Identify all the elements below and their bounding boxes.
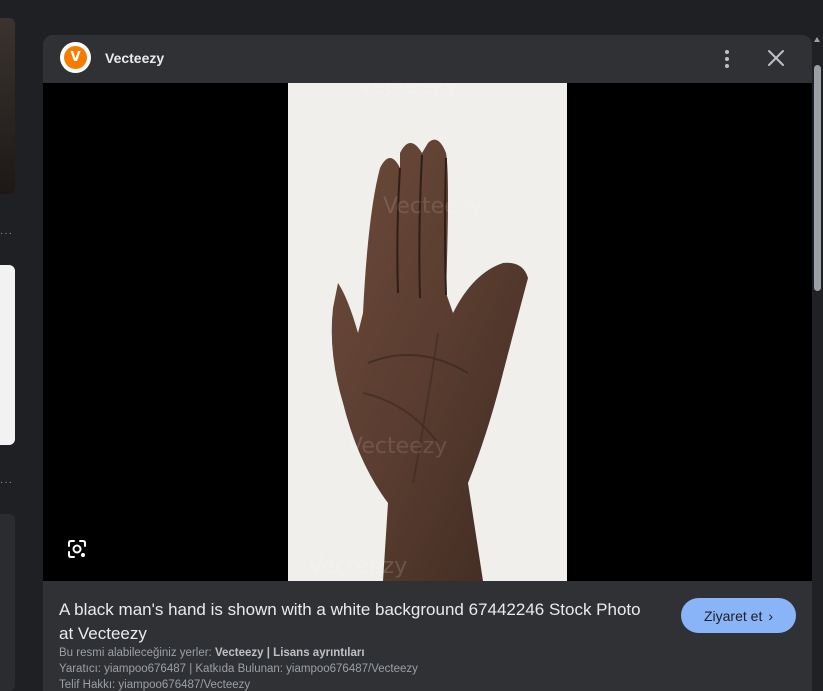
availability-line: Bu resmi alabileceğiniz yerler: Vecteezy… (59, 647, 365, 659)
creator-line: Yaratıcı: yiampoo676487 | Katkıda Buluna… (59, 663, 418, 675)
close-icon[interactable] (763, 45, 789, 71)
more-dots: ··· (0, 477, 13, 488)
image-info: A black man's hand is shown with a white… (43, 581, 812, 691)
hand-photo: Vecteezy Vecteezy Vecteezy Vecteezy (308, 83, 528, 581)
svg-text:Vecteezy: Vecteezy (348, 434, 447, 459)
source-site-name[interactable]: Vecteezy (105, 50, 164, 66)
visit-button[interactable]: Ziyaret et › (681, 598, 796, 633)
more-vert-icon (725, 50, 729, 54)
results-grid-strip: ··· ··· (0, 0, 24, 691)
scrollbar[interactable] (812, 35, 823, 691)
result-thumbnail[interactable] (0, 18, 15, 194)
more-dots: ··· (0, 228, 13, 239)
result-thumbnail[interactable] (0, 514, 15, 691)
image-viewer[interactable]: Vecteezy Vecteezy Vecteezy Vecteezy (43, 83, 812, 581)
scroll-thumb[interactable] (814, 65, 821, 291)
vecteezy-logo-icon: V (64, 46, 87, 69)
google-lens-icon[interactable] (65, 537, 89, 561)
image-preview-panel: V Vecteezy Vecteezy Vecteezy Vecteezy Ve… (43, 35, 812, 691)
copyright-line: Telif Hakkı: yiampoo676487/Vecteezy (59, 679, 251, 691)
chevron-right-icon: › (768, 607, 774, 624)
more-options-button[interactable] (715, 47, 739, 71)
preview-header: V Vecteezy (43, 35, 812, 83)
svg-text:Vecteezy: Vecteezy (308, 554, 407, 579)
scroll-up-icon[interactable] (814, 37, 820, 42)
result-thumbnail[interactable] (0, 265, 15, 445)
svg-text:Vecteezy: Vecteezy (358, 83, 457, 99)
preview-image[interactable]: Vecteezy Vecteezy Vecteezy Vecteezy (288, 83, 567, 581)
available-site-link[interactable]: Vecteezy (215, 647, 264, 659)
image-title[interactable]: A black man's hand is shown with a white… (59, 598, 659, 646)
site-logo[interactable]: V (60, 42, 91, 73)
svg-text:Vecteezy: Vecteezy (383, 194, 482, 219)
license-details-link[interactable]: Lisans ayrıntıları (273, 647, 364, 659)
